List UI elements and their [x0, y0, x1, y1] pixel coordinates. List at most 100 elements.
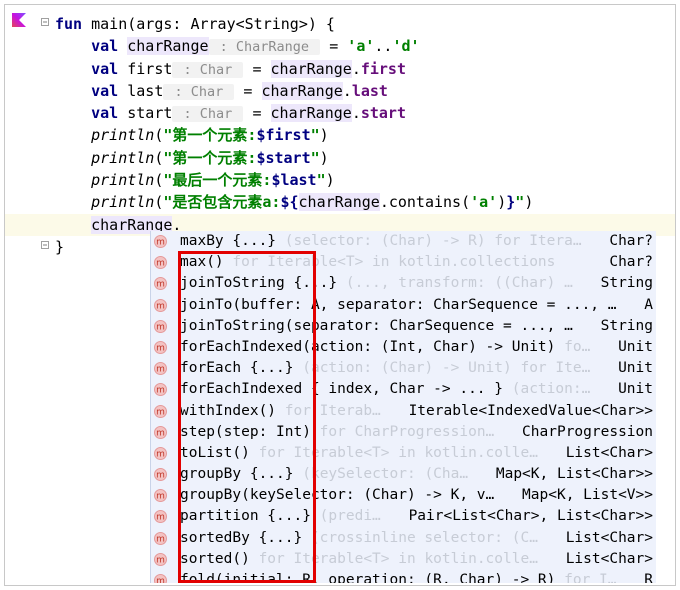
extension-function-icon: m — [154, 510, 167, 524]
completion-item[interactable]: m step(step: Int) for CharProgression… Cha… — [151, 421, 656, 443]
completion-item[interactable]: m sorted() for Iterable<T> in kotlin.coll… — [151, 548, 656, 571]
code-token: . — [342, 81, 352, 100]
code-token: ) — [325, 171, 335, 190]
completion-item[interactable]: m joinToString(separator: CharSequence = … — [151, 315, 656, 337]
completion-item[interactable]: m sortedBy {...} (crossinline selector: (… — [151, 527, 656, 549]
completion-item[interactable]: m partition {...} (predi… Pair<List<Char>,… — [151, 506, 656, 528]
completion-receiver-hint: (action:… — [503, 381, 591, 398]
code-line[interactable]: println("是否包含元素a:${charRange.contains('a… — [55, 191, 675, 213]
code-token: .. — [374, 37, 393, 56]
completion-return-type: List<Char> — [561, 442, 653, 465]
completion-signature: forEachIndexed(action: (Int, Char) -> Un… — [180, 338, 556, 355]
completion-receiver-hint: for CharProgression… — [310, 423, 495, 440]
svg-text:m: m — [156, 428, 165, 438]
completion-item[interactable]: m forEach {...} (action: (Char) -> Unit) … — [151, 358, 656, 380]
completion-signature: sorted() — [180, 550, 250, 567]
code-line[interactable]: val first : Char = charRange.first — [55, 58, 675, 80]
type-hint: : CharRange — [208, 39, 321, 56]
completion-item-name: max() for Iterable<T> in kotlin.collecti… — [180, 252, 555, 273]
code-token: } — [55, 237, 65, 256]
completion-receiver-hint: (crossinline selector: (C… — [302, 529, 538, 546]
completion-item[interactable]: m max() for Iterable<T> in kotlin.collect… — [151, 252, 656, 274]
completion-signature: joinTo(buffer: A, separator: CharSequenc… — [180, 296, 617, 313]
completion-item-name: forEach {...} (action: (Char) -> Unit) f… — [180, 358, 590, 379]
completion-item[interactable]: m fold(initial: R, operation: (R, Char) -… — [151, 570, 656, 583]
code-token: val — [91, 81, 119, 100]
completion-item[interactable]: m groupBy {...} (keySelector: (Cha… Map<K,… — [151, 464, 656, 486]
code-token: " — [316, 171, 326, 190]
code-token: $first — [256, 126, 311, 145]
code-token: $last — [271, 171, 317, 190]
completion-return-type: Iterable<IndexedValue<Char>> — [404, 400, 653, 422]
completion-receiver-hint: (selector: (Char) -> R) for Itera… — [276, 233, 582, 249]
svg-text:m: m — [156, 238, 165, 248]
extension-function-icon: m — [154, 531, 167, 545]
code-token: ) — [319, 148, 329, 167]
code-token: "第一个元素: — [163, 148, 257, 167]
code-line[interactable]: fun main(args: Array<String>) { — [55, 13, 675, 35]
completion-item-name: withIndex() for Iterab… — [180, 401, 381, 422]
completion-item-name: partition {...} (predi… — [180, 506, 381, 527]
completion-item[interactable]: m joinToString {...} (..., transform: ((C… — [151, 273, 656, 295]
code-token: val — [91, 37, 119, 56]
extension-function-icon: m — [154, 425, 167, 439]
code-line[interactable]: println("第一个元素:$start") — [55, 147, 675, 169]
completion-item-name: forEachIndexed { index, Char -> ... } (a… — [180, 379, 590, 400]
completion-item[interactable]: m groupBy(keySelector: (Char) -> K, v… Map… — [151, 485, 656, 507]
completion-item-name: groupBy {...} (keySelector: (Cha… — [180, 464, 468, 485]
completion-item-name: joinTo(buffer: A, separator: CharSequenc… — [180, 295, 617, 316]
completion-signature: toList() — [180, 444, 250, 461]
code-line[interactable]: println("最后一个元素:$last") — [55, 169, 675, 191]
completion-return-type: List<Char> — [561, 527, 653, 549]
extension-function-icon: m — [154, 256, 167, 270]
completion-item[interactable]: m maxBy {...} (selector: (Char) -> R) for… — [151, 231, 656, 253]
completion-item-name: maxBy {...} (selector: (Char) -> R) for … — [180, 231, 582, 252]
fold-close-icon[interactable] — [41, 241, 49, 249]
code-token: 'd' — [392, 37, 420, 56]
completion-signature: sortedBy {...} — [180, 529, 303, 546]
code-token: $start — [256, 148, 311, 167]
editor-gutter — [5, 5, 35, 585]
svg-text:m: m — [156, 322, 165, 332]
completion-item[interactable]: m withIndex() for Iterab… Iterable<Indexed… — [151, 400, 656, 422]
fold-open-icon[interactable] — [41, 18, 49, 26]
code-token: charRange — [298, 193, 380, 212]
completion-item-name: sortedBy {...} (crossinline selector: (C… — [180, 528, 538, 549]
completion-item[interactable]: m joinTo(buffer: A, separator: CharSequen… — [151, 294, 656, 316]
code-token: println — [91, 148, 155, 167]
code-token: fun — [55, 15, 83, 33]
code-token: println — [91, 193, 155, 212]
completion-item-name: fold(initial: R, operation: (R, Char) ->… — [180, 570, 617, 583]
extension-function-icon: m — [154, 235, 167, 248]
code-token: val — [91, 104, 119, 123]
code-area[interactable]: fun main(args: Array<String>) { val char… — [5, 13, 675, 258]
completion-item[interactable]: m forEachIndexed(action: (Int, Char) -> U… — [151, 336, 656, 359]
code-line[interactable]: println("第一个元素:$first") — [55, 124, 675, 146]
completion-return-type: A — [640, 294, 653, 316]
code-line[interactable]: val charRange : CharRange = 'a'..'d' — [55, 35, 675, 57]
code-token: last — [118, 81, 164, 100]
code-line[interactable]: val last : Char = charRange.last — [55, 80, 675, 102]
extension-function-icon: m — [154, 362, 167, 376]
code-token: " — [515, 193, 525, 212]
completion-signature: fold(initial: R, operation: (R, Char) ->… — [180, 572, 556, 583]
completion-popup[interactable]: m maxBy {...} (selector: (Char) -> R) for… — [150, 231, 656, 583]
completion-return-type: String — [596, 273, 653, 295]
type-hint: : Char — [172, 106, 244, 123]
svg-text:m: m — [156, 365, 165, 375]
code-line[interactable]: val start : Char = charRange.start — [55, 102, 675, 124]
completion-item[interactable]: m toList() for Iterable<T> in kotlin.coll… — [151, 442, 656, 465]
svg-text:m: m — [156, 471, 165, 481]
extension-function-icon: m — [154, 574, 167, 583]
code-token: charRange — [270, 104, 352, 123]
completion-return-type: Char? — [605, 231, 653, 253]
code-token: 'a' — [347, 37, 375, 56]
completion-receiver-hint: (..., transform: ((Char) … — [337, 275, 573, 292]
completion-item[interactable]: m forEachIndexed { index, Char -> ... } (… — [151, 379, 656, 401]
code-token: println — [91, 171, 155, 190]
